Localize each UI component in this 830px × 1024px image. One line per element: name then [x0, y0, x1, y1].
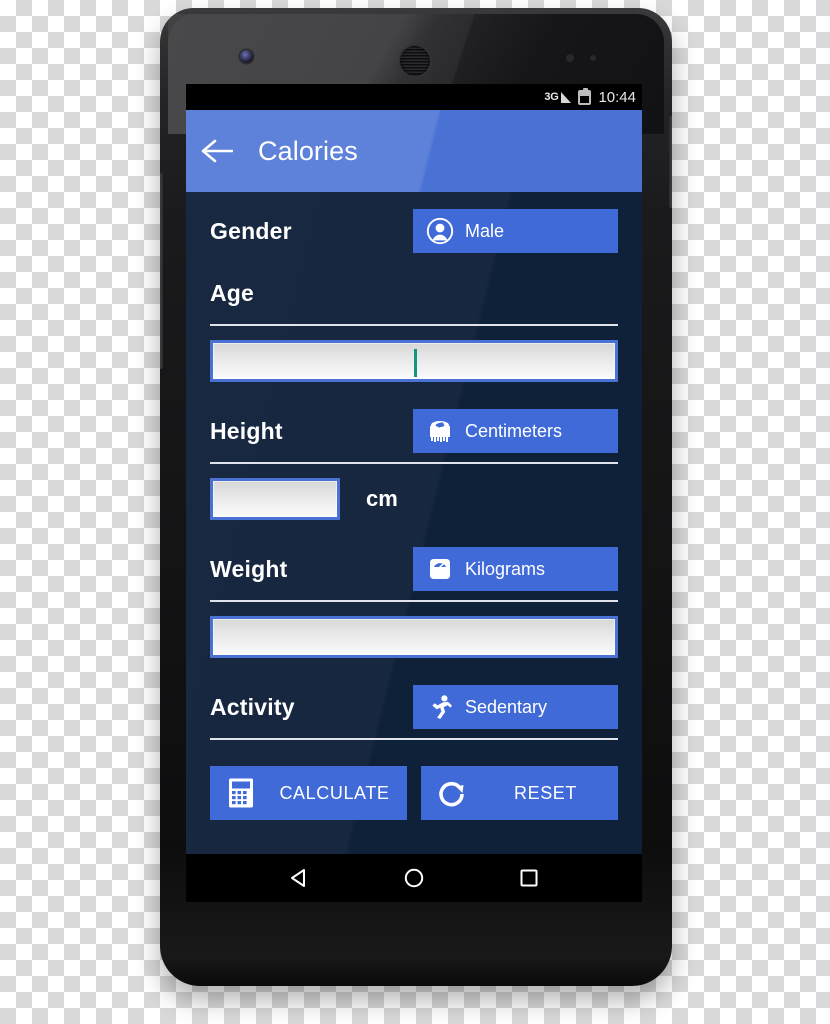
phone-device: 3G 10:44 Calories Gender Male Age Height…: [160, 8, 672, 986]
signal-triangle-icon: [561, 91, 572, 103]
user-avatar-icon: [425, 216, 455, 246]
front-camera-icon: [240, 50, 253, 63]
activity-label: Activity: [210, 693, 295, 720]
measuring-tape-icon: [425, 416, 455, 446]
age-label: Age: [210, 279, 255, 306]
calculator-icon: [224, 776, 258, 810]
reset-button[interactable]: RESET: [421, 766, 618, 820]
app-bar: Calories: [186, 110, 642, 192]
gender-label: Gender: [210, 217, 292, 244]
weight-unit-select-button[interactable]: Kilograms: [413, 547, 618, 591]
power-button[interactable]: [669, 116, 672, 208]
refresh-circle-icon: [435, 776, 469, 810]
age-input[interactable]: [210, 340, 618, 382]
battery-icon: [578, 87, 592, 105]
activity-divider: [210, 738, 618, 740]
calculate-button[interactable]: CALCULATE: [210, 766, 407, 820]
activity-value-label: Sedentary: [465, 696, 548, 717]
light-sensor-icon: [590, 55, 596, 61]
appbar-glare: [186, 110, 642, 192]
nav-back-triangle-icon[interactable]: [279, 858, 319, 898]
network-type-label: 3G: [544, 91, 559, 103]
status-clock: 10:44: [598, 88, 636, 106]
weight-scale-icon: [425, 554, 455, 584]
form-content: Gender Male Age Height Centimeters cm We…: [186, 192, 642, 854]
gender-row: Gender Male: [210, 200, 618, 262]
height-input-row: cm: [210, 478, 618, 520]
reset-label: RESET: [513, 782, 577, 803]
activity-select-button[interactable]: Sedentary: [413, 685, 618, 729]
gender-select-button[interactable]: Male: [413, 209, 618, 253]
gender-value-label: Male: [465, 220, 505, 241]
nav-home-circle-icon[interactable]: [394, 858, 434, 898]
weight-label: Weight: [210, 555, 288, 582]
proximity-sensor-icon: [566, 54, 574, 62]
running-person-icon: [425, 692, 455, 722]
height-unit-suffix: cm: [366, 486, 398, 511]
page-title: Calories: [258, 135, 358, 166]
weight-input[interactable]: [210, 616, 618, 658]
height-unit-label: Centimeters: [465, 420, 563, 441]
volume-rocker-button[interactable]: [160, 173, 163, 369]
back-arrow-icon[interactable]: [186, 138, 248, 164]
phone-screen: 3G 10:44 Calories Gender Male Age Height…: [186, 84, 642, 902]
text-caret: [414, 349, 417, 377]
weight-row: Weight Kilograms: [210, 538, 618, 600]
calculate-label: CALCULATE: [279, 782, 390, 803]
height-unit-select-button[interactable]: Centimeters: [413, 409, 618, 453]
height-label: Height: [210, 417, 283, 444]
action-buttons: CALCULATE RESET: [210, 766, 618, 820]
earpiece-speaker-icon: [400, 46, 430, 76]
android-nav-bar: [186, 854, 642, 902]
height-row: Height Centimeters: [210, 400, 618, 462]
status-bar: 3G 10:44: [186, 84, 642, 110]
activity-row: Activity Sedentary: [210, 676, 618, 738]
nav-recents-square-icon[interactable]: [509, 858, 549, 898]
height-input[interactable]: [210, 478, 340, 520]
weight-unit-label: Kilograms: [465, 558, 546, 579]
age-row: Age: [210, 262, 618, 324]
